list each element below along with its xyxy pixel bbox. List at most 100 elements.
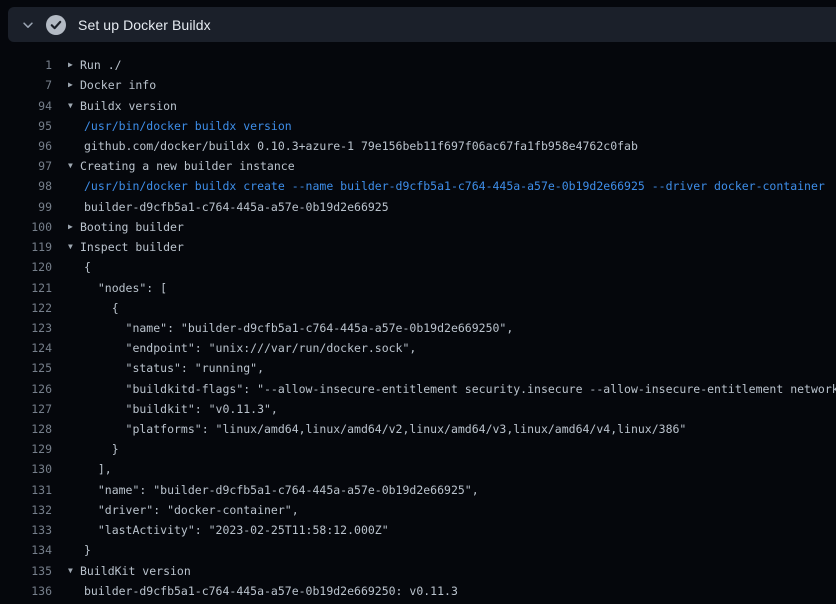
line-number-link[interactable]: 134 xyxy=(0,543,52,557)
line-number-link[interactable]: 7 xyxy=(0,78,52,92)
log-output-text: } xyxy=(84,442,119,456)
line-number-link[interactable]: 129 xyxy=(0,442,52,456)
line-number-link[interactable]: 130 xyxy=(0,462,52,476)
log-line: 129 } xyxy=(0,439,836,459)
log-line: 119 ▼Inspect builder xyxy=(0,237,836,257)
line-number-link[interactable]: 128 xyxy=(0,422,52,436)
line-number-link[interactable]: 133 xyxy=(0,523,52,537)
line-number-link[interactable]: 131 xyxy=(0,483,52,497)
line-number-link[interactable]: 96 xyxy=(0,139,52,153)
log-output-text: { xyxy=(84,260,91,274)
line-number-link[interactable]: 121 xyxy=(0,281,52,295)
line-number-link[interactable]: 136 xyxy=(0,584,52,598)
log-line: 131 "name": "builder-d9cfb5a1-c764-445a-… xyxy=(0,480,836,500)
log-output-text: "name": "builder-d9cfb5a1-c764-445a-a57e… xyxy=(84,321,513,335)
log-output-text: { xyxy=(84,301,119,315)
log-output-text: "status": "running", xyxy=(84,361,264,375)
line-number-link[interactable]: 120 xyxy=(0,260,52,274)
log-output-text: "endpoint": "unix:///var/run/docker.sock… xyxy=(84,341,416,355)
line-number-link[interactable]: 122 xyxy=(0,301,52,315)
log-output-text: "name": "builder-d9cfb5a1-c764-445a-a57e… xyxy=(84,483,479,497)
log-line: 132 "driver": "docker-container", xyxy=(0,500,836,520)
log-line: 123 "name": "builder-d9cfb5a1-c764-445a-… xyxy=(0,318,836,338)
check-circle-icon xyxy=(46,15,66,35)
log-output-text: "platforms": "linux/amd64,linux/amd64/v2… xyxy=(84,422,686,436)
line-number-link[interactable]: 1 xyxy=(0,58,52,72)
line-number-link[interactable]: 94 xyxy=(0,99,52,113)
log-output-text: "driver": "docker-container", xyxy=(84,503,299,517)
collapse-arrow-icon: ▼ xyxy=(68,162,80,170)
log-group-header[interactable]: ▶Docker info xyxy=(68,78,156,92)
log-output-text: "lastActivity": "2023-02-25T11:58:12.000… xyxy=(84,523,389,537)
log-group-title: BuildKit version xyxy=(80,564,191,578)
expand-arrow-icon: ▶ xyxy=(68,61,80,69)
collapse-arrow-icon: ▼ xyxy=(68,102,80,110)
log-line: 135 ▼BuildKit version xyxy=(0,560,836,580)
log-group-title: Run ./ xyxy=(80,58,122,72)
log-line: 122 { xyxy=(0,298,836,318)
step-header[interactable]: Set up Docker Buildx xyxy=(8,7,836,42)
collapse-arrow-icon: ▼ xyxy=(68,243,80,251)
line-number-link[interactable]: 99 xyxy=(0,200,52,214)
log-output-text: github.com/docker/buildx 0.10.3+azure-1 … xyxy=(84,139,638,153)
log-output-text: "buildkit": "v0.11.3", xyxy=(84,402,278,416)
log-output-text: "nodes": [ xyxy=(84,281,167,295)
log-line: 126 "buildkitd-flags": "--allow-insecure… xyxy=(0,379,836,399)
log-command-text: /usr/bin/docker buildx version xyxy=(84,119,292,133)
log-output-text: builder-d9cfb5a1-c764-445a-a57e-0b19d2e6… xyxy=(84,584,458,598)
log-line: 136 builder-d9cfb5a1-c764-445a-a57e-0b19d… xyxy=(0,581,836,601)
log-line: 98/usr/bin/docker buildx create --name b… xyxy=(0,176,836,196)
log-line: 1 ▶Run ./ xyxy=(0,55,836,75)
log-line: 127 "buildkit": "v0.11.3", xyxy=(0,399,836,419)
log-group-title: Inspect builder xyxy=(80,240,184,254)
line-number-link[interactable]: 98 xyxy=(0,179,52,193)
log-group-header[interactable]: ▼Inspect builder xyxy=(68,240,184,254)
log-line: 121 "nodes": [ xyxy=(0,277,836,297)
line-number-link[interactable]: 123 xyxy=(0,321,52,335)
line-number-link[interactable]: 126 xyxy=(0,382,52,396)
log-group-title: Buildx version xyxy=(80,99,177,113)
log-line: 97 ▼Creating a new builder instance xyxy=(0,156,836,176)
log-line: 96 github.com/docker/buildx 0.10.3+azure-… xyxy=(0,136,836,156)
log-group-title: Creating a new builder instance xyxy=(80,159,295,173)
line-number-link[interactable]: 135 xyxy=(0,564,52,578)
log-group-title: Docker info xyxy=(80,78,156,92)
log-group-header[interactable]: ▶Run ./ xyxy=(68,58,122,72)
log-group-header[interactable]: ▼Buildx version xyxy=(68,99,177,113)
line-number-link[interactable]: 100 xyxy=(0,220,52,234)
log-output-text: } xyxy=(84,543,91,557)
chevron-down-icon[interactable] xyxy=(20,17,36,33)
log-group-title: Booting builder xyxy=(80,220,184,234)
log-line: 100 ▶Booting builder xyxy=(0,217,836,237)
log-group-header[interactable]: ▼Creating a new builder instance xyxy=(68,159,295,173)
log-line: 134} xyxy=(0,540,836,560)
log-output-text: builder-d9cfb5a1-c764-445a-a57e-0b19d2e6… xyxy=(84,200,389,214)
log-line: 94 ▼Buildx version xyxy=(0,95,836,115)
log-line: 133 "lastActivity": "2023-02-25T11:58:12… xyxy=(0,520,836,540)
line-number-link[interactable]: 127 xyxy=(0,402,52,416)
log-line: 124 "endpoint": "unix:///var/run/docker.… xyxy=(0,338,836,358)
line-number-link[interactable]: 97 xyxy=(0,159,52,173)
log-line: 130 ], xyxy=(0,459,836,479)
line-number-link[interactable]: 95 xyxy=(0,119,52,133)
line-number-link[interactable]: 119 xyxy=(0,240,52,254)
log-group-header[interactable]: ▼BuildKit version xyxy=(68,564,191,578)
log-line: 120 { xyxy=(0,257,836,277)
log-lines: 1▶Run ./7▶Docker info94▼Buildx version95… xyxy=(0,55,836,601)
log-line: 7 ▶Docker info xyxy=(0,75,836,95)
log-group-header[interactable]: ▶Booting builder xyxy=(68,220,184,234)
log-line: 128 "platforms": "linux/amd64,linux/amd6… xyxy=(0,419,836,439)
log-output-text: "buildkitd-flags": "--allow-insecure-ent… xyxy=(84,382,836,396)
log-line: 95/usr/bin/docker buildx version xyxy=(0,116,836,136)
expand-arrow-icon: ▶ xyxy=(68,81,80,89)
line-number-link[interactable]: 124 xyxy=(0,341,52,355)
line-number-link[interactable]: 125 xyxy=(0,361,52,375)
line-number-link[interactable]: 132 xyxy=(0,503,52,517)
log-line: 99 builder-d9cfb5a1-c764-445a-a57e-0b19d2… xyxy=(0,197,836,217)
collapse-arrow-icon: ▼ xyxy=(68,567,80,575)
log-line: 125 "status": "running", xyxy=(0,358,836,378)
log-command-text: /usr/bin/docker buildx create --name bui… xyxy=(84,179,825,193)
step-title: Set up Docker Buildx xyxy=(78,17,211,33)
log-output-text: ], xyxy=(84,462,112,476)
expand-arrow-icon: ▶ xyxy=(68,223,80,231)
